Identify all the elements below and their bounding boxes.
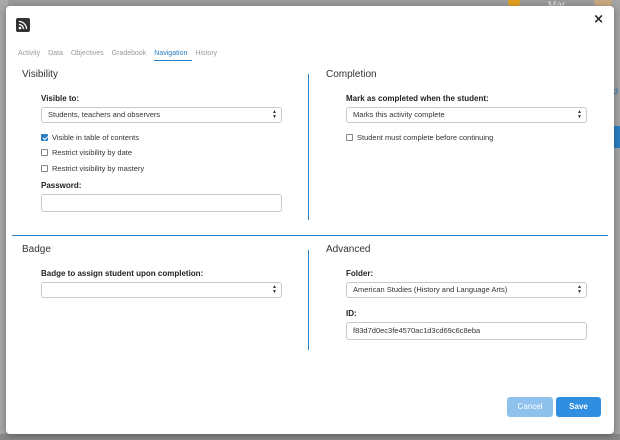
section-divider-vertical-top [308,74,309,220]
badge-title: Badge [22,244,51,255]
restrict-by-date-row[interactable]: Restrict visibility by date [41,148,132,157]
tab-data[interactable]: Data [48,50,68,61]
background-bottom [0,434,620,440]
advanced-title: Advanced [326,244,371,255]
tab-bar: Activity Data Objectives Gradebook Navig… [18,50,225,61]
restrict-by-mastery-checkbox[interactable] [41,165,48,172]
visible-in-toc-checkbox[interactable] [41,134,48,141]
restrict-by-mastery-row[interactable]: Restrict visibility by mastery [41,164,144,173]
restrict-by-date-checkbox[interactable] [41,149,48,156]
tab-navigation[interactable]: Navigation [154,50,193,61]
must-complete-row[interactable]: Student must complete before continuing [346,133,493,142]
visibility-title: Visibility [22,69,58,80]
cancel-button[interactable]: Cancel [507,397,553,417]
restrict-by-mastery-label: Restrict visibility by mastery [52,164,145,173]
tab-objectives[interactable]: Objectives [71,50,109,61]
tab-activity[interactable]: Activity [18,50,45,61]
visible-to-value: Students, teachers and observers [48,110,161,119]
visible-to-select[interactable]: Students, teachers and observers ▲ ▼ [41,107,282,123]
select-arrows-icon: ▲ ▼ [577,109,582,120]
select-arrows-icon: ▲ ▼ [272,284,277,295]
folder-value: American Studies (History and Language A… [353,285,508,294]
password-label: Password: [41,181,82,190]
activity-settings-modal: × Activity Data Objectives Gradebook Nav… [6,6,614,434]
visible-to-label: Visible to: [41,94,80,103]
folder-label: Folder: [346,269,374,278]
must-complete-label: Student must complete before continuing [357,133,494,142]
section-divider-vertical-bottom [308,250,309,350]
password-input[interactable] [41,194,282,212]
id-field[interactable]: f83d7d0ec3fe4570ac1d3cd69c6c8eba [346,322,587,340]
tab-history[interactable]: History [195,50,222,61]
select-arrows-icon: ▲ ▼ [577,284,582,295]
mark-completed-label: Mark as completed when the student: [346,94,489,103]
background-accent-button [614,126,620,148]
must-complete-checkbox[interactable] [346,134,353,141]
save-button[interactable]: Save [556,397,601,417]
section-divider-horizontal [12,235,608,236]
visible-in-toc-label: Visible in table of contents [52,133,140,142]
completion-title: Completion [326,69,377,80]
mark-completed-value: Marks this activity complete [353,110,445,119]
badge-assign-label: Badge to assign student upon completion: [41,269,204,278]
close-button[interactable]: × [593,12,604,27]
visible-in-toc-row[interactable]: Visible in table of contents [41,133,139,142]
badge-select[interactable]: ▲ ▼ [41,282,282,298]
mark-completed-select[interactable]: Marks this activity complete ▲ ▼ [346,107,587,123]
id-label: ID: [346,309,357,318]
tab-gradebook[interactable]: Gradebook [112,50,152,61]
select-arrows-icon: ▲ ▼ [272,109,277,120]
rss-icon [16,18,30,32]
restrict-by-date-label: Restrict visibility by date [52,148,133,157]
folder-select[interactable]: American Studies (History and Language A… [346,282,587,298]
